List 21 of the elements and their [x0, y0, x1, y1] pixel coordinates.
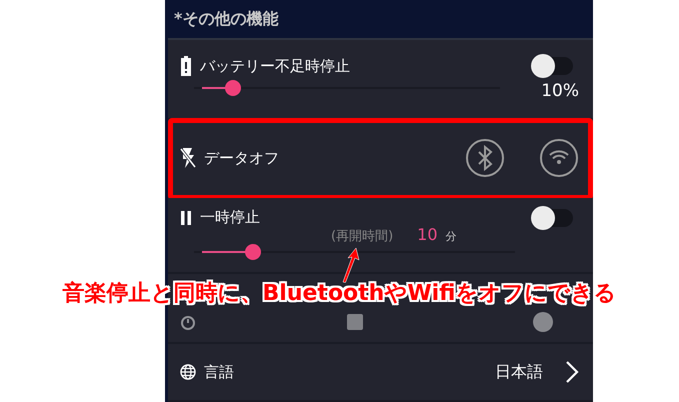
slider-thumb[interactable] — [245, 244, 262, 260]
chevron-right-icon — [565, 360, 579, 384]
wifi-icon[interactable] — [539, 138, 579, 178]
battery-alert-icon — [180, 56, 192, 76]
slider-thumb[interactable] — [224, 80, 241, 96]
globe-icon — [180, 364, 196, 380]
setting-label: バッテリー不足時停止 — [200, 56, 350, 76]
pause-icon — [180, 210, 192, 224]
setting-label: データオフ — [204, 148, 279, 168]
flash-off-icon — [180, 147, 196, 169]
timer-icon — [180, 314, 196, 330]
section-title: *その他の機能 — [174, 8, 278, 30]
pointer-arrow — [340, 247, 362, 283]
minutes-value: 10 — [417, 225, 438, 244]
percent-value: 10% — [541, 81, 579, 101]
setting-label: 一時停止 — [200, 208, 260, 227]
language-value[interactable]: 日本語 — [495, 362, 543, 382]
setting-label: 言語 — [204, 362, 234, 382]
unit-label: 分 — [446, 229, 457, 244]
bluetooth-icon[interactable] — [465, 138, 505, 178]
resume-time-label: (再開時間) — [331, 228, 394, 245]
